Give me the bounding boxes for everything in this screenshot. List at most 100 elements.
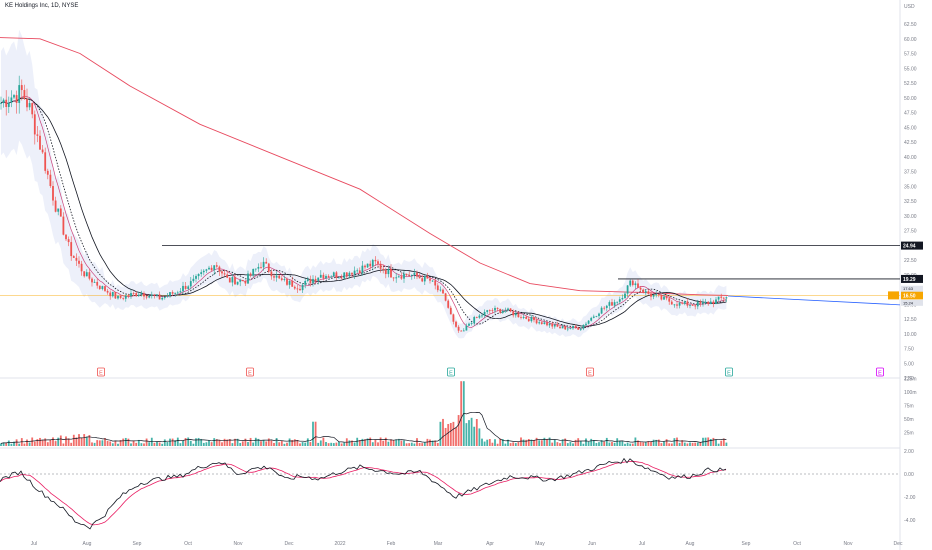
volume-bar <box>413 443 416 446</box>
price-tick-label: 37.50 <box>904 170 917 176</box>
volume-bar <box>41 440 44 446</box>
candle-body <box>390 269 392 278</box>
chart-canvas[interactable]: USD2.505.007.5010.0012.5015.0017.5020.00… <box>0 0 932 550</box>
candle-body <box>403 273 405 279</box>
candle-body <box>189 281 192 287</box>
candle-body <box>348 272 351 277</box>
volume-bar <box>582 443 585 446</box>
volume-bar <box>62 443 65 446</box>
volume-bar <box>153 442 156 446</box>
candle-body <box>228 277 231 283</box>
volume-bar <box>416 438 418 446</box>
volume-bar <box>0 443 2 446</box>
volume-bar <box>447 424 450 446</box>
candle-body <box>369 263 372 267</box>
oscillator-tick-label: 2.00 <box>904 449 914 455</box>
volume-bar <box>288 438 291 446</box>
volume-bar <box>319 440 322 446</box>
event-marker-label: E <box>449 371 453 377</box>
candle-body <box>465 325 468 331</box>
candle-body <box>132 293 135 294</box>
volume-bar <box>166 442 169 446</box>
volume-bar <box>455 427 457 446</box>
volume-bar <box>527 438 530 446</box>
candle-body <box>166 295 169 297</box>
date-tick-label: Nov <box>844 541 853 547</box>
candle-body <box>325 275 327 279</box>
volume-bar <box>616 438 619 446</box>
candle-body <box>210 267 213 271</box>
candle-body <box>449 307 452 315</box>
volume-bar <box>559 443 561 446</box>
candle-body <box>582 324 585 329</box>
price-tick-label: 10.00 <box>904 332 917 338</box>
candle-body <box>408 275 411 277</box>
volume-bar <box>475 419 478 446</box>
volume-bar <box>179 443 182 446</box>
candle-body <box>46 170 49 175</box>
candle-body <box>447 300 450 308</box>
volume-bar <box>403 440 405 446</box>
volume-bar <box>587 441 590 446</box>
candle-body <box>257 266 260 269</box>
candle-body <box>566 328 569 330</box>
volume-bar <box>39 437 41 446</box>
volume-bar <box>553 439 556 446</box>
candle-body <box>254 268 257 270</box>
candle-body <box>650 293 652 297</box>
candle-body <box>85 272 88 277</box>
candle-body <box>260 266 262 268</box>
candle-body <box>587 320 590 324</box>
volume-tick-label: 75m <box>904 404 914 410</box>
volume-bar <box>46 442 49 446</box>
date-tick-label: May <box>535 541 545 547</box>
volume-bar <box>111 443 114 446</box>
volume-bar <box>117 443 119 446</box>
candle-body <box>559 326 561 329</box>
candle-body <box>397 276 400 278</box>
candle-body <box>5 99 8 107</box>
volume-bar <box>5 442 8 446</box>
candle-body <box>52 186 54 201</box>
candle-body <box>104 286 106 291</box>
volume-bar <box>481 438 483 446</box>
volume-bar <box>522 439 525 446</box>
volume-bar <box>624 443 626 446</box>
candle-body <box>644 291 647 293</box>
volume-bar <box>169 438 171 446</box>
candle-body <box>374 259 377 262</box>
volume-bar <box>247 442 249 446</box>
candle-body <box>533 317 535 321</box>
candle-body <box>338 277 340 279</box>
volume-bar <box>101 440 104 446</box>
volume-bar <box>322 437 325 446</box>
candle-body <box>665 296 668 299</box>
candle-body <box>291 280 294 287</box>
candle-body <box>590 317 593 321</box>
volume-bar <box>374 439 377 446</box>
price-tick-label: 27.50 <box>904 229 917 235</box>
candle-body <box>561 326 564 329</box>
volume-bar <box>657 439 660 446</box>
candle-body <box>197 274 200 277</box>
volume-bar <box>223 438 226 446</box>
candle-body <box>416 272 418 277</box>
candle-body <box>7 102 10 107</box>
candle-body <box>494 307 496 311</box>
volume-bar <box>449 422 452 446</box>
candle-body <box>660 294 663 300</box>
oscillator-tick-label: -4.00 <box>904 518 916 524</box>
candle-body <box>208 267 210 270</box>
volume-bar <box>195 438 197 446</box>
candle-body <box>187 286 190 289</box>
candle-body <box>377 261 379 264</box>
volume-bar <box>468 420 470 446</box>
candle-body <box>88 272 91 279</box>
volume-bar <box>371 442 374 446</box>
event-marker-label: E <box>727 371 731 377</box>
candle-body <box>296 288 299 290</box>
candle-body <box>470 323 473 324</box>
candle-body <box>709 301 712 305</box>
volume-bar <box>252 442 255 446</box>
candle-body <box>101 286 104 289</box>
